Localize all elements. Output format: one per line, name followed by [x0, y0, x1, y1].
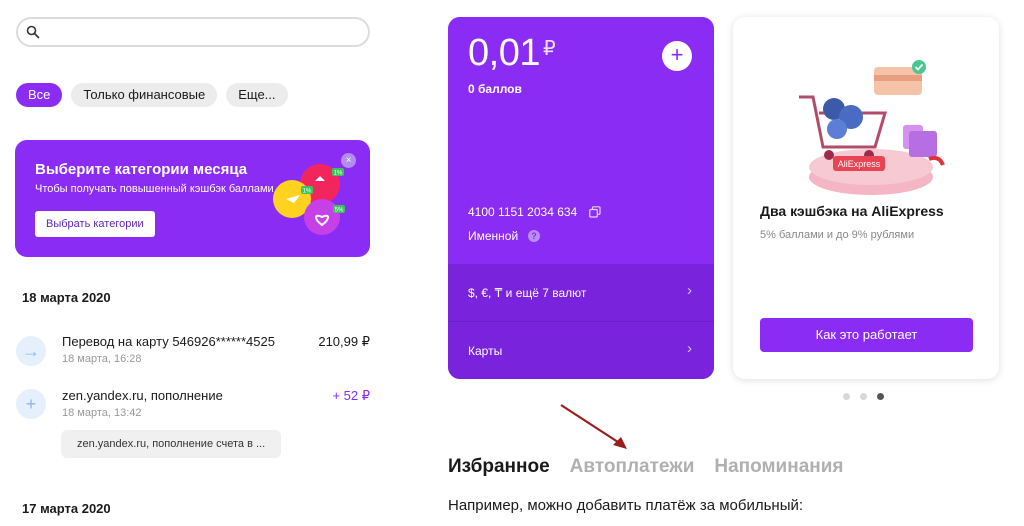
filter-chips: Все Только финансовые Еще... — [16, 83, 288, 107]
currencies-label: $, €, ₸ и ещё 7 валют — [468, 286, 587, 300]
wallet-status: Именной — [468, 229, 519, 243]
filter-more[interactable]: Еще... — [226, 83, 288, 107]
balance: 0,01 ₽ — [468, 32, 556, 75]
favorites-hint: Например, можно добавить платёж за мобил… — [448, 497, 804, 514]
promo-subtitle: Чтобы получать повышенный кэшбэк баллами — [35, 183, 274, 195]
wallet-balance-section: 0,01 ₽ 0 баллов + 4100 1151 2034 634 Имен… — [448, 17, 714, 264]
filter-financial-only[interactable]: Только финансовые — [71, 83, 218, 107]
badge-2: 1% — [303, 189, 312, 195]
date-header: 18 марта 2020 — [22, 290, 111, 305]
how-it-works-button[interactable]: Как это работает — [760, 318, 973, 352]
aliexpress-subtitle: 5% баллами и до 9% рублями — [760, 229, 915, 241]
wallet-number: 4100 1151 2034 634 — [468, 205, 578, 219]
badge-1: 1% — [334, 171, 343, 177]
carousel-dot[interactable] — [860, 393, 867, 400]
search-icon — [26, 25, 40, 39]
aliexpress-title: Два кэшбэка на AliExpress — [760, 203, 944, 219]
points-balance: 0 баллов — [468, 82, 522, 96]
transaction-note[interactable]: zen.yandex.ru, пополнение счета в ... — [61, 430, 282, 458]
chevron-right-icon: › — [687, 340, 692, 357]
choose-categories-button[interactable]: Выбрать категории — [35, 211, 155, 237]
balance-currency: ₽ — [542, 38, 556, 60]
tab-favorites[interactable]: Избранное — [448, 456, 550, 478]
transaction-time: 18 марта, 16:28 — [62, 353, 142, 365]
category-promo-banner: Выберите категории месяца Чтобы получать… — [15, 140, 370, 257]
info-icon[interactable]: ? — [528, 230, 540, 242]
aliexpress-logo: AliExpress — [838, 159, 881, 169]
date-header: 17 марта 2020 — [22, 501, 111, 516]
filter-all[interactable]: Все — [16, 83, 63, 107]
carousel-dot[interactable] — [843, 393, 850, 400]
cards-label: Карты — [468, 344, 503, 358]
payments-tabs: Избранное Автоплатежи Напоминания — [448, 456, 844, 478]
tab-autopayments[interactable]: Автоплатежи — [570, 456, 695, 478]
top-up-button[interactable]: + — [662, 41, 692, 71]
badge-3: 5% — [335, 208, 344, 214]
transaction-amount: 210,99 ₽ — [318, 334, 370, 349]
shopping-cart-illustration: AliExpress — [799, 60, 945, 195]
plus-icon: + — [16, 389, 46, 419]
promo-title: Выберите категории месяца — [35, 161, 248, 178]
currencies-row[interactable]: $, €, ₸ и ещё 7 валют › — [448, 264, 714, 321]
transaction-time: 18 марта, 13:42 — [62, 407, 142, 419]
tab-reminders[interactable]: Напоминания — [714, 456, 843, 478]
transaction-title[interactable]: Перевод на карту 546926******4525 — [62, 334, 275, 349]
chevron-right-icon: › — [687, 282, 692, 299]
category-bubbles-illustration: 1% 1% 5% — [273, 164, 345, 235]
arrow-right-icon: → — [16, 336, 46, 366]
aliexpress-promo-card: AliExpress Два кэшбэка на AliExpress 5% … — [733, 17, 999, 379]
search-field[interactable] — [16, 17, 370, 47]
transaction-title[interactable]: zen.yandex.ru, пополнение — [62, 388, 223, 403]
wallet-card: 0,01 ₽ 0 баллов + 4100 1151 2034 634 Имен… — [448, 17, 714, 379]
copy-icon[interactable] — [589, 206, 601, 218]
balance-value: 0,01 — [468, 32, 540, 74]
annotation-arrow-icon — [560, 404, 627, 449]
carousel-dot-active[interactable] — [877, 393, 884, 400]
cards-row[interactable]: Карты › — [448, 322, 714, 379]
carousel-dots — [843, 393, 884, 400]
transaction-amount: + 52 ₽ — [332, 388, 370, 403]
